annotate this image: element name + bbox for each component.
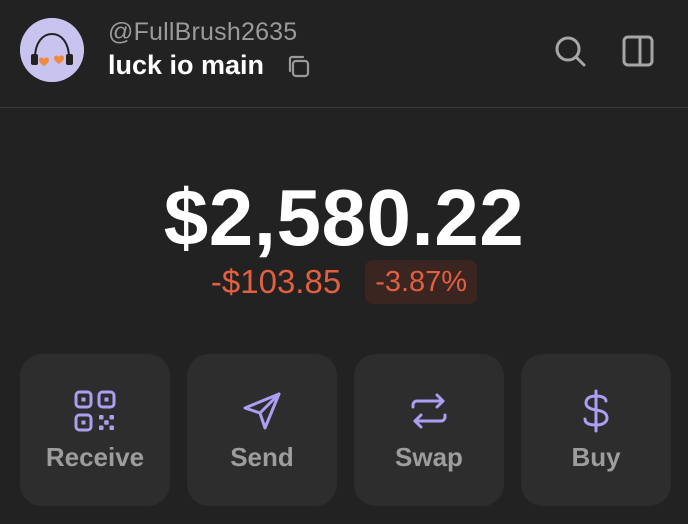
balance-change-row: -$103.85 -3.87%: [0, 260, 688, 304]
qr-code-icon: [72, 388, 118, 434]
search-icon[interactable]: [552, 33, 588, 69]
swap-label: Swap: [395, 442, 463, 472]
dollar-icon: [573, 388, 619, 434]
account-name[interactable]: luck io main: [108, 50, 264, 81]
portfolio-balance: $2,580.22: [163, 173, 525, 262]
swap-button[interactable]: Swap: [354, 354, 504, 506]
sidepanel-icon[interactable]: [620, 33, 656, 69]
receive-button[interactable]: Receive: [20, 354, 170, 506]
header: @FullBrush2635 luck io main: [0, 0, 688, 108]
avatar[interactable]: [20, 18, 84, 82]
headphones-hearts-avatar-icon: [20, 18, 84, 82]
swap-icon: [406, 388, 452, 434]
buy-button[interactable]: Buy: [521, 354, 671, 506]
change-amount: -$103.85: [210, 263, 342, 300]
buy-label: Buy: [571, 442, 621, 472]
change-percent-badge: -3.87%: [365, 260, 478, 304]
send-button[interactable]: Send: [187, 354, 337, 506]
send-icon: [239, 388, 285, 434]
copy-icon[interactable]: [284, 52, 314, 82]
receive-label: Receive: [45, 442, 145, 472]
send-label: Send: [230, 442, 294, 472]
username: @FullBrush2635: [108, 18, 298, 46]
action-buttons: Receive Send Swap Buy: [20, 354, 672, 506]
